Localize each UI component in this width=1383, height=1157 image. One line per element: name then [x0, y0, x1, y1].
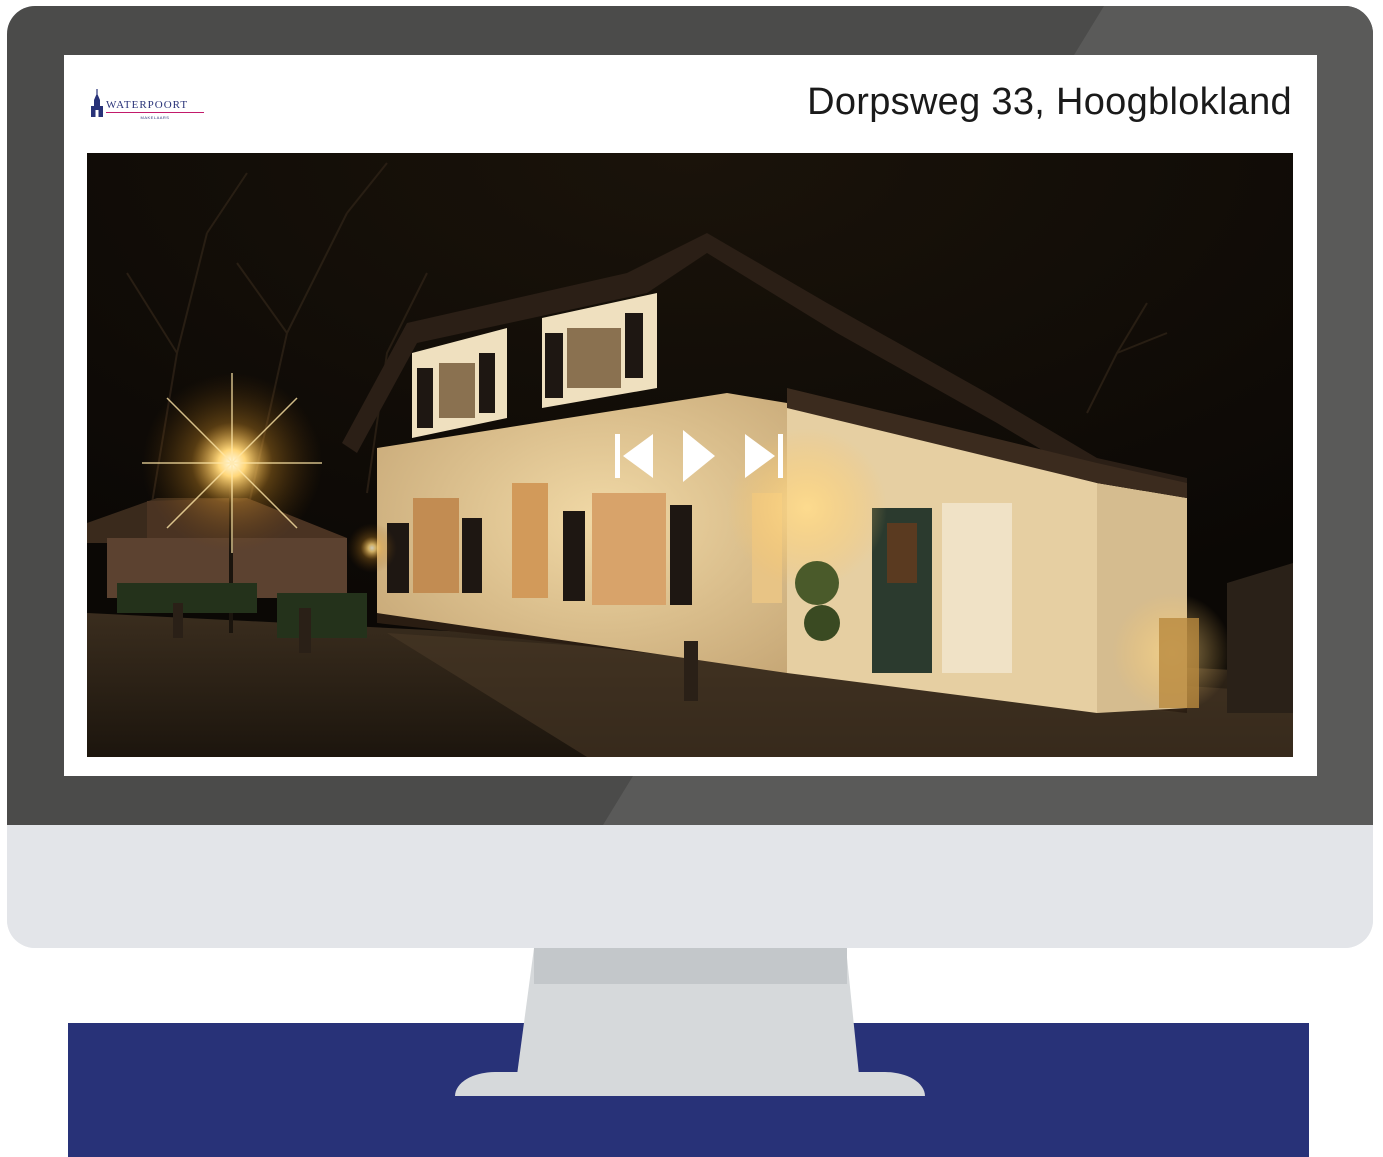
- play-button[interactable]: [678, 430, 720, 482]
- promo-graphic: WATERPOORT MAKELAARS Dorpsweg 33, Hoogbl…: [0, 0, 1383, 1157]
- brand-name: WATERPOORT: [106, 99, 189, 111]
- brand-tagline: MAKELAARS: [140, 115, 170, 120]
- church-tower-icon: [91, 89, 103, 117]
- screen: WATERPOORT MAKELAARS Dorpsweg 33, Hoogbl…: [64, 55, 1317, 776]
- skip-next-icon: [745, 434, 783, 478]
- brand-underline: [106, 112, 204, 113]
- listing-address: Dorpsweg 33, Hoogblokland: [807, 81, 1292, 123]
- previous-button[interactable]: [614, 430, 656, 482]
- property-photo: [87, 153, 1293, 757]
- monitor-chin: [7, 825, 1373, 948]
- brand-logo[interactable]: WATERPOORT MAKELAARS: [90, 89, 250, 129]
- slideshow-controls: [614, 430, 784, 482]
- next-button[interactable]: [742, 430, 784, 482]
- monitor-stand-shadow: [534, 948, 847, 984]
- skip-previous-icon: [615, 434, 653, 478]
- play-icon: [683, 430, 715, 482]
- monitor-stand-base: [455, 1072, 925, 1096]
